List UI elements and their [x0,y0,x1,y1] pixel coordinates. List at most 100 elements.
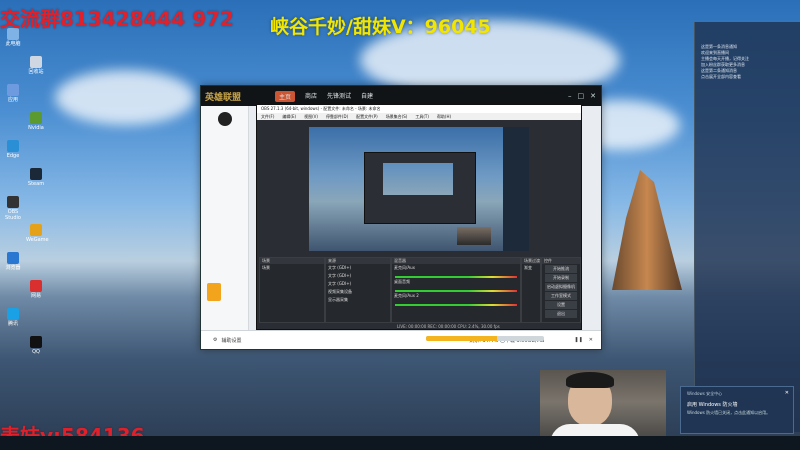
sources-dock: 来源 文字 (GDI+) 文字 (GDI+) 文字 (GDI+) 视频采集设备 … [325,257,391,323]
overlay-group-text: 交流群813428444 972 [0,7,234,31]
overlay-promo-text: 峡谷千妙/甜妹V：96045 [270,16,491,38]
lol-nav-home[interactable]: 主页 [275,90,296,102]
obs-status-bar: LIVE: 00:00:00 REC: 00:00:00 CPU: 2.4%, … [397,324,500,329]
lol-side-promo[interactable] [207,283,221,301]
mixer-track-label: 麦克风/Aux [394,265,415,270]
notification-row: 点击展开全部内容查看 [701,74,741,79]
app-icon [30,280,42,292]
windows-security-toast[interactable]: Windows 安全中心 启用 Windows 防火墙 Windows 防火墙已… [680,386,794,434]
desktop-icon-label: Steam [27,181,45,187]
obs-title: OBS 27.1.3 (64-bit, windows) - 配置文件: 未命名… [261,106,381,111]
controls-dock: 控件 开始推流 开始录制 启动虚拟摄像机 工作室模式 设置 退出 [541,257,581,323]
obs-menu-docks[interactable]: 停靠部件(D) [326,114,348,120]
desktop-icon-label: QQ [32,349,40,355]
desktop-icon[interactable]: QQ [26,336,46,355]
app-icon [30,336,42,348]
transition-item[interactable]: 渐变 [522,264,540,272]
app-icon [30,112,42,124]
start-recording-button[interactable]: 开始录制 [545,274,577,282]
app-icon [30,224,42,236]
source-item[interactable]: 文字 (GDI+) [326,280,390,288]
mixer-dock: 混音器 麦克风/Aux 桌面音频 麦克风/Aux 2 [391,257,521,323]
lol-title-bar: 英雄联盟 主页 商店 先锋测试 自建 – □ ✕ [201,86,601,106]
start-streaming-button[interactable]: 开始推流 [545,265,577,273]
desktop-icon[interactable]: WeGame [26,224,49,243]
transitions-dock-title: 场景过渡 [522,258,540,264]
desktop-icon-label: Nvidia [28,125,44,131]
close-icon[interactable]: ✕ [590,92,596,100]
desktop-icon[interactable]: 浏览器 [3,252,23,271]
desktop-icon-label: 回收站 [28,69,44,75]
close-icon[interactable]: ✕ [785,390,789,396]
lol-bottom-label[interactable]: 辅助设置 [221,337,241,344]
toast-app: Windows 安全中心 [687,391,723,396]
mixer-track-label: 桌面音频 [394,279,410,284]
lol-nav-store[interactable]: 商店 [305,91,317,102]
source-item[interactable]: 显示器采集 [326,296,390,304]
lol-sidebar [201,106,249,331]
settings-button[interactable]: 设置 [545,301,577,309]
desktop-icon[interactable]: 腾讯 [3,308,23,327]
app-icon [7,140,19,152]
lol-side-avatar-icon[interactable] [217,112,232,126]
desktop-icon-label: 应用 [7,97,18,103]
desktop-icon[interactable]: OBS Studio [3,196,23,221]
obs-menu-help[interactable]: 帮助(H) [437,114,451,120]
desktop-icon-label: 浏览器 [5,265,21,271]
app-icon [7,196,19,208]
nested-obs-preview [364,152,476,224]
app-icon [7,252,19,264]
lol-nav-custom[interactable]: 自建 [361,91,373,102]
taskbar [0,436,800,450]
studio-mode-button[interactable]: 工作室模式 [545,292,577,300]
source-item[interactable]: 文字 (GDI+) [326,264,390,272]
minimize-icon[interactable]: – [568,92,572,100]
desktop-icon[interactable]: 应用 [3,84,23,103]
obs-window[interactable]: OBS 27.1.3 (64-bit, windows) - 配置文件: 未命名… [256,104,582,330]
obs-menu-scenes[interactable]: 场景集合(S) [386,114,408,120]
audio-meter[interactable] [395,304,517,306]
maximize-icon[interactable]: □ [578,92,585,100]
desktop-icon-label: 此电脑 [5,41,21,47]
lol-nav-pbe[interactable]: 先锋测试 [327,91,351,102]
obs-menu-bar: 文件(F) 编辑(E) 视图(V) 停靠部件(D) 配置文件(P) 场景集合(S… [257,113,581,120]
exit-button[interactable]: 退出 [545,310,577,318]
obs-menu-edit[interactable]: 编辑(E) [282,114,296,120]
virtual-camera-button[interactable]: 启动虚拟摄像机 [545,283,577,291]
transitions-dock: 场景过渡 渐变 [521,257,541,323]
lol-nav: 主页 商店 先锋测试 自建 [275,90,373,102]
toast-title: 启用 Windows 防火墙 [687,402,738,408]
source-item[interactable]: 视频采集设备 [326,288,390,296]
desktop-icon[interactable]: Steam [26,168,46,187]
obs-menu-profile[interactable]: 配置文件(P) [356,114,378,120]
lol-bottom-bar: ⚙ 辅助设置 剩余: 34.4% 已下载 3.55GB/MB ❚❚ ✕ [201,330,601,349]
desktop-icon[interactable]: 网易 [26,280,46,299]
desktop-icon-label: Edge [6,153,20,159]
download-progress-bar [426,336,544,341]
obs-title-bar: OBS 27.1.3 (64-bit, windows) - 配置文件: 未命名… [257,105,581,113]
app-icon [30,168,42,180]
sea-rock [612,170,682,290]
desktop-icon[interactable]: Nvidia [26,112,46,131]
obs-preview[interactable] [309,127,529,251]
streamer-hair [566,372,614,388]
pause-icon[interactable]: ❚❚ [574,337,582,343]
toast-body: Windows 防火墙已关闭，点击此通知以启用。 [687,410,771,415]
close-icon[interactable]: ✕ [589,337,593,343]
settings-icon[interactable]: ⚙ [213,337,217,343]
preview-side-panel [503,127,529,251]
webcam-preview [457,227,491,245]
source-item[interactable]: 文字 (GDI+) [326,272,390,280]
obs-menu-file[interactable]: 文件(F) [261,114,274,120]
desktop-icon-label: 网易 [30,293,41,299]
obs-menu-view[interactable]: 视图(V) [304,114,318,120]
desktop-icon[interactable]: 回收站 [26,56,46,75]
scenes-dock: 场景 场景 [259,257,325,323]
mixer-track-label: 麦克风/Aux 2 [394,293,419,298]
scene-item[interactable]: 场景 [260,264,324,272]
desktop-icon-label: 腾讯 [7,321,18,327]
desktop-icon[interactable]: Edge [3,140,23,159]
lol-window-controls: – □ ✕ [568,92,601,100]
obs-menu-tools[interactable]: 工具(T) [415,114,429,120]
desktop-icon-label: OBS Studio [5,209,21,221]
